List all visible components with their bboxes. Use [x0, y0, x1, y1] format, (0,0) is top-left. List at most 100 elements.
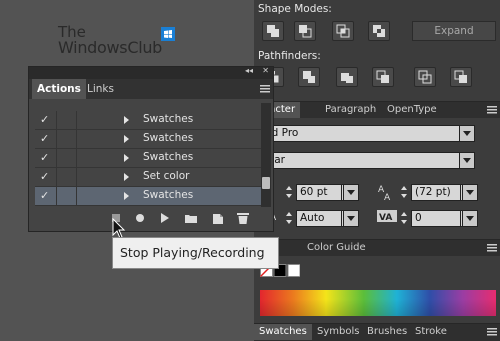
expand-triangle-icon[interactable]: [124, 154, 129, 162]
trim-button[interactable]: [298, 67, 320, 87]
tracking-field[interactable]: 0: [411, 210, 461, 227]
panel-titlebar[interactable]: ◂◂ ✕: [29, 66, 273, 79]
actions-panel: ◂◂ ✕ Actions Links ✓ Swatches ✓ Swatches…: [28, 66, 274, 232]
svg-text:VA: VA: [379, 213, 392, 223]
kerning-field[interactable]: Auto: [296, 210, 342, 227]
check-icon[interactable]: ✓: [40, 113, 49, 126]
exclude-icon: [373, 25, 385, 37]
chevron-down-icon[interactable]: [343, 184, 359, 201]
tracking-dropdown[interactable]: [461, 210, 478, 227]
tab-actions[interactable]: Actions: [32, 79, 86, 99]
dialog-cell: [56, 149, 77, 167]
expand-triangle-icon[interactable]: [124, 135, 129, 143]
outline-icon: [418, 70, 432, 84]
panel-menu-icon[interactable]: [487, 106, 497, 114]
windows-logo-icon: [161, 27, 175, 41]
minus-back-icon: [454, 70, 467, 83]
new-action-icon[interactable]: [212, 213, 224, 224]
expand-triangle-icon[interactable]: [124, 192, 129, 200]
chevron-down-icon[interactable]: [459, 152, 475, 169]
tab-stroke[interactable]: Stroke: [410, 324, 452, 340]
scrollbar-thumb[interactable]: [262, 177, 270, 189]
merge-icon: [341, 73, 353, 83]
unite-button[interactable]: [262, 21, 284, 41]
leading-stepper[interactable]: [400, 184, 410, 201]
unite-icon: [267, 25, 279, 37]
trim-icon: [303, 71, 315, 83]
action-row-selected[interactable]: ✓ Swatches: [35, 187, 261, 206]
chevron-down-icon[interactable]: [462, 184, 478, 201]
minus-front-icon: [299, 25, 312, 38]
action-row[interactable]: ✓ Set color: [35, 168, 261, 187]
check-icon[interactable]: ✓: [40, 151, 49, 164]
svg-text:A: A: [384, 193, 391, 201]
font-family-dropdown[interactable]: riad Pro: [254, 125, 475, 142]
tracking-stepper[interactable]: [400, 210, 410, 227]
play-icon[interactable]: [160, 213, 170, 223]
font-size-field[interactable]: 60 pt: [296, 184, 342, 201]
tab-brushes[interactable]: Brushes: [362, 324, 412, 340]
chevron-down-icon[interactable]: [462, 210, 478, 227]
tab-swatches[interactable]: Swatches: [254, 324, 312, 340]
kerning-stepper[interactable]: [285, 210, 295, 227]
merge-button[interactable]: [336, 67, 358, 87]
leading-icon: AA: [378, 185, 391, 201]
right-panel-dock: Shape Modes: Expand Pathfinders: aracter…: [254, 0, 500, 341]
expand-triangle-icon[interactable]: [124, 173, 129, 181]
trash-icon[interactable]: [237, 212, 249, 224]
tab-color-guide[interactable]: Color Guide: [302, 240, 371, 256]
tab-paragraph[interactable]: Paragraph: [320, 102, 381, 118]
close-icon[interactable]: ✕: [262, 66, 269, 75]
chevron-down-icon[interactable]: [459, 125, 475, 142]
tab-links[interactable]: Links: [82, 79, 119, 99]
font-size-dropdown[interactable]: [342, 184, 359, 201]
crop-button[interactable]: [372, 67, 394, 87]
outline-button[interactable]: [414, 67, 436, 87]
action-row[interactable]: ✓ Swatches: [35, 130, 261, 149]
watermark-line2: WindowsClub: [58, 38, 163, 57]
check-icon[interactable]: ✓: [40, 189, 49, 202]
expand-triangle-icon[interactable]: [124, 116, 129, 124]
dialog-cell: [56, 130, 77, 148]
pathfinders-label: Pathfinders:: [258, 50, 321, 62]
intersect-button[interactable]: [332, 21, 354, 41]
panel-menu-icon[interactable]: [260, 85, 270, 93]
crop-icon: [376, 70, 389, 83]
tab-symbols[interactable]: Symbols: [312, 324, 364, 340]
font-style-dropdown[interactable]: gular: [254, 152, 475, 169]
actions-tabbar: Actions Links: [29, 79, 273, 99]
watermark-logo: The WindowsClub: [58, 24, 198, 60]
swatches-tabbar: Swatches Symbols Brushes Stroke: [254, 323, 500, 341]
color-spectrum[interactable]: [260, 290, 496, 316]
dialog-cell: [56, 187, 77, 205]
dialog-cell: [56, 168, 77, 186]
action-label: Swatches: [143, 151, 194, 163]
intersect-icon: [336, 24, 350, 38]
tracking-icon: VA: [377, 210, 397, 223]
kerning-dropdown[interactable]: [342, 210, 359, 227]
record-icon[interactable]: [135, 213, 145, 223]
action-label: Swatches: [143, 189, 194, 201]
panel-menu-icon[interactable]: [487, 244, 497, 252]
character-tabbar: aracter Paragraph OpenType: [254, 101, 500, 118]
check-icon[interactable]: ✓: [40, 170, 49, 183]
leading-dropdown[interactable]: [461, 184, 478, 201]
new-set-folder-icon[interactable]: [185, 213, 197, 223]
shape-modes-label: Shape Modes:: [258, 3, 332, 15]
font-size-stepper[interactable]: [285, 184, 295, 201]
minus-back-button[interactable]: [450, 67, 472, 87]
leading-field[interactable]: (72 pt): [411, 184, 461, 201]
check-icon[interactable]: ✓: [40, 132, 49, 145]
chevron-down-icon[interactable]: [343, 210, 359, 227]
color-tabbar: lor Color Guide: [254, 239, 500, 256]
action-row[interactable]: ✓ Swatches: [35, 149, 261, 168]
exclude-button[interactable]: [368, 21, 390, 41]
panel-menu-icon[interactable]: [487, 328, 497, 336]
collapse-icon[interactable]: ◂◂: [245, 66, 253, 75]
expand-button[interactable]: Expand: [412, 21, 496, 41]
tab-opentype[interactable]: OpenType: [382, 102, 442, 118]
minus-front-button[interactable]: [294, 21, 316, 41]
dialog-cell: [56, 111, 77, 129]
action-label: Set color: [143, 170, 190, 182]
action-row[interactable]: ✓ Swatches: [35, 111, 261, 130]
